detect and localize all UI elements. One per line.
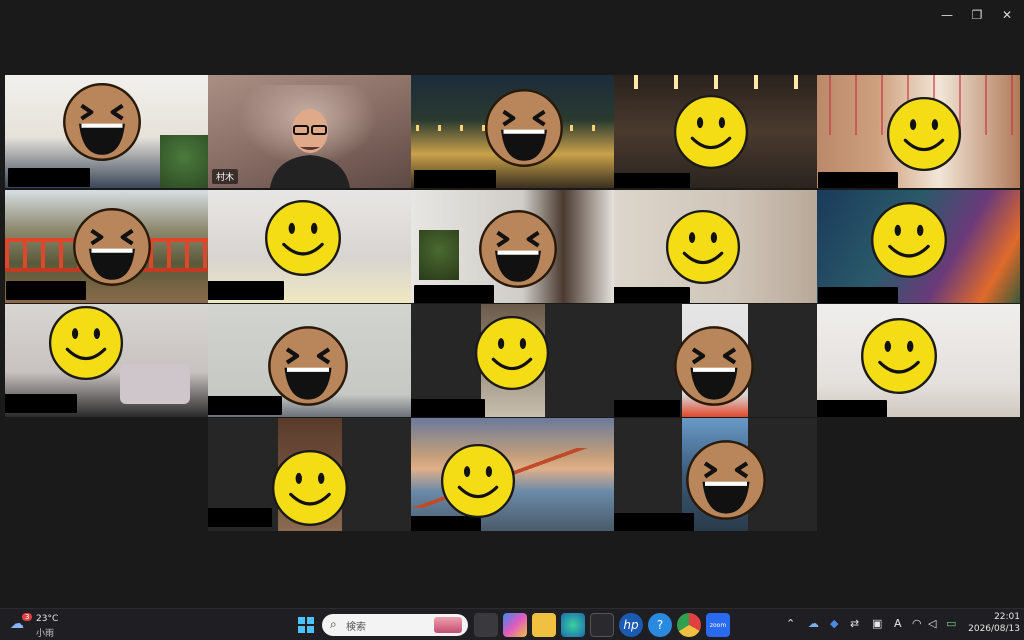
redacted-name-bar: [414, 170, 496, 188]
store-icon[interactable]: [590, 613, 614, 637]
laughing-face-icon: [686, 440, 766, 520]
smiley-face-icon: [861, 318, 937, 394]
video-tile[interactable]: [5, 190, 208, 303]
dropbox-icon[interactable]: ◆: [830, 617, 838, 630]
smiley-face-icon: [871, 202, 947, 278]
speaker-person: [270, 109, 350, 188]
video-tile[interactable]: [614, 418, 817, 531]
hp-icon[interactable]: hp: [619, 613, 643, 637]
video-tile[interactable]: [5, 75, 208, 188]
active-speaker-tile[interactable]: 村木: [208, 75, 411, 188]
video-tile[interactable]: [817, 75, 1020, 188]
video-tile[interactable]: [614, 304, 817, 417]
redacted-name-bar: [8, 168, 90, 187]
redacted-name-bar: [208, 281, 284, 300]
volume-icon[interactable]: ◁: [928, 617, 936, 630]
tray-app-icon[interactable]: ▣: [872, 617, 882, 630]
taskbar: ☁ 3 23°C 小雨 ⌕ 検索 hp ? zoom ⌃ ☁ ◆ ⇄ ▣ A ◠…: [0, 608, 1024, 640]
laughing-face-icon: [73, 208, 151, 286]
network-sync-icon[interactable]: ⇄: [850, 617, 859, 630]
show-hidden-icons-chevron-icon[interactable]: ⌃: [786, 617, 795, 630]
desktop: — ❐ ✕ 村木 ☁ 3 23°C 小雨 ⌕ 検索 hp ? zoom ⌃ ☁ …: [0, 0, 1024, 640]
search-highlight-icon: [434, 617, 462, 633]
smiley-face-icon: [886, 96, 962, 172]
search-box[interactable]: ⌕ 検索: [322, 614, 468, 636]
redacted-name-bar: [411, 399, 485, 417]
weather-temperature: 23°C: [36, 614, 59, 624]
weather-widget[interactable]: ☁ 3 23°C 小雨: [8, 613, 88, 639]
weather-description: 小雨: [36, 629, 55, 639]
smiley-face-icon: [272, 450, 348, 526]
laughing-face-icon: [485, 89, 563, 167]
redacted-name-bar: [817, 400, 887, 417]
video-tile[interactable]: [817, 304, 1020, 417]
smiley-face-icon: [48, 305, 124, 381]
video-tile[interactable]: [411, 304, 614, 417]
redacted-name-bar: [818, 287, 898, 303]
edge-icon[interactable]: [561, 613, 585, 637]
ceiling-lights: [614, 75, 817, 89]
video-tile[interactable]: [208, 418, 411, 531]
restore-icon: ❐: [971, 8, 983, 22]
file-explorer-icon[interactable]: [532, 613, 556, 637]
search-icon: ⌕: [330, 617, 337, 631]
video-tile[interactable]: [614, 190, 817, 303]
video-tile[interactable]: [411, 75, 614, 188]
video-tile[interactable]: [817, 190, 1020, 303]
windows-logo-icon: [298, 617, 314, 633]
smiley-face-icon: [665, 209, 741, 285]
ime-indicator[interactable]: A: [894, 617, 902, 630]
smiley-face-icon: [440, 443, 516, 519]
video-tile[interactable]: [208, 190, 411, 303]
video-tile[interactable]: [411, 190, 614, 303]
laughing-face-icon: [63, 83, 141, 161]
laughing-face-icon: [268, 326, 348, 406]
search-placeholder: 検索: [346, 622, 366, 633]
minimize-button[interactable]: —: [934, 4, 960, 26]
smiley-face-icon: [673, 94, 749, 170]
redacted-name-bar: [614, 513, 694, 531]
zoom-app-label: zoom: [709, 621, 727, 629]
pillow: [120, 364, 190, 404]
zoom-app-icon[interactable]: zoom: [706, 613, 730, 637]
restore-button[interactable]: ❐: [964, 4, 990, 26]
speaker-name-label: 村木: [212, 169, 239, 184]
battery-icon[interactable]: ▭: [946, 617, 956, 630]
clock-time: 22:01: [994, 612, 1020, 622]
wifi-icon[interactable]: ◠: [912, 617, 922, 630]
redacted-name-bar: [818, 172, 898, 188]
weather-badge: 3: [22, 613, 33, 621]
redacted-name-bar: [208, 508, 272, 527]
clock-date: 2026/08/13: [968, 624, 1020, 634]
help-icon[interactable]: ?: [648, 613, 672, 637]
chrome-icon[interactable]: [677, 613, 701, 637]
smiley-face-icon: [474, 315, 550, 391]
video-tile[interactable]: [208, 304, 411, 417]
minimize-icon: —: [941, 8, 953, 22]
onedrive-icon[interactable]: ☁: [808, 617, 819, 630]
redacted-name-bar: [5, 394, 77, 413]
redacted-name-bar: [614, 287, 690, 303]
task-view-icon[interactable]: [474, 613, 498, 637]
video-tile[interactable]: [411, 418, 614, 531]
start-button[interactable]: [294, 613, 318, 637]
smiley-face-icon: [265, 200, 341, 276]
close-window-button[interactable]: ✕: [994, 4, 1020, 26]
house-plant: [419, 230, 459, 280]
laughing-face-icon: [674, 326, 754, 406]
close-icon: ✕: [1001, 8, 1013, 22]
plant: [160, 135, 208, 188]
redacted-name-bar: [614, 173, 690, 188]
redacted-name-bar: [614, 400, 680, 417]
video-tile[interactable]: [614, 75, 817, 188]
laughing-face-icon: [479, 210, 557, 288]
clock[interactable]: 22:01 2026/08/13: [962, 612, 1020, 634]
video-tile[interactable]: [5, 304, 208, 417]
copilot-icon[interactable]: [503, 613, 527, 637]
